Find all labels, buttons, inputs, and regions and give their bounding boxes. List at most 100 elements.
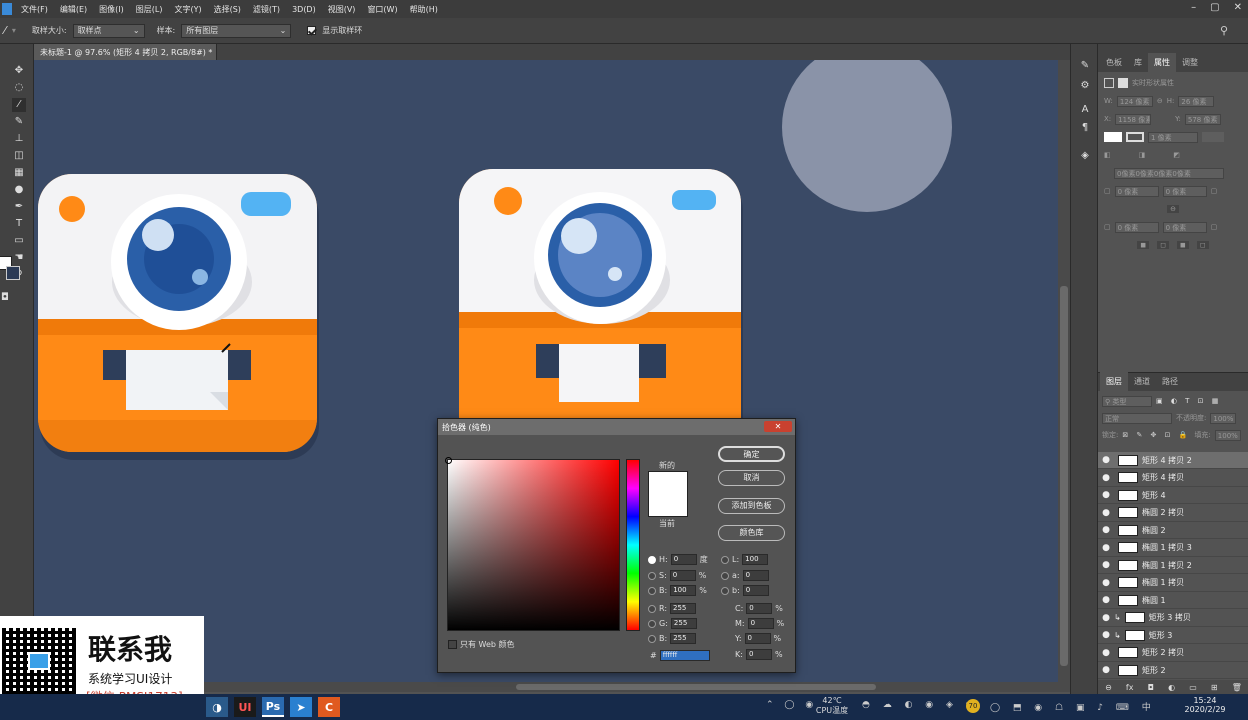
sample-size-select[interactable]: 取样点 ⌄ (72, 23, 145, 38)
hex-field[interactable]: ffffff (659, 650, 710, 661)
l-field[interactable]: 100 (742, 554, 769, 565)
visibility-eye-icon[interactable]: ● (1098, 473, 1114, 483)
visibility-eye-icon[interactable]: ● (1098, 543, 1114, 553)
align-right-icon[interactable]: ◩ (1173, 151, 1180, 159)
color-library-button[interactable]: 颜色库 (718, 525, 785, 541)
height-field[interactable]: 26 像素 (1178, 95, 1215, 107)
y-field[interactable]: 0 (744, 633, 771, 644)
ui-app-icon[interactable]: UI (234, 697, 256, 717)
menu-help[interactable]: 帮助(H) (404, 4, 444, 15)
ps-logo-icon[interactable] (2, 3, 12, 15)
search-icon[interactable]: ⚲ (1220, 24, 1228, 37)
blend-mode-select[interactable]: 正常 (1102, 412, 1172, 424)
move-tool-icon[interactable]: ✥ (12, 64, 26, 78)
visibility-eye-icon[interactable]: ● (1098, 560, 1114, 570)
width-field[interactable]: 124 像素 (1116, 95, 1153, 107)
stroke-width-field[interactable]: 1 像素 (1148, 131, 1198, 143)
hand-tool-icon[interactable]: ☚ (12, 251, 26, 265)
g-radio[interactable] (648, 619, 656, 628)
radius-bl-field[interactable]: 0 像素 (1114, 221, 1159, 233)
fill-field[interactable]: 100% (1214, 429, 1241, 441)
brush-tool-icon[interactable]: ✎ (12, 115, 26, 129)
link-icon[interactable]: ⊖ (1157, 97, 1163, 105)
opacity-field[interactable]: 100% (1210, 412, 1237, 424)
lab-b-radio[interactable] (721, 586, 729, 595)
ok-button[interactable]: 确定 (718, 446, 785, 462)
menu-window[interactable]: 窗口(W) (361, 4, 403, 15)
color-field[interactable] (447, 459, 620, 631)
radius-br-field[interactable]: 0 像素 (1162, 221, 1207, 233)
dialog-title-bar[interactable]: 拾色器 (纯色) ✕ (438, 419, 795, 435)
visibility-eye-icon[interactable]: ● (1098, 630, 1114, 640)
fill-swatch[interactable] (1104, 132, 1122, 142)
path-exclude-icon[interactable]: ◻ (1196, 241, 1209, 249)
menu-view[interactable]: 视图(V) (322, 4, 362, 15)
path-intersect-icon[interactable]: ◼ (1177, 241, 1189, 249)
photoshop-app-icon[interactable]: Ps (262, 697, 284, 717)
tray-icons-mid[interactable]: ◓ ☁ ◐ ◉ ◈ ✿ (862, 700, 978, 710)
align-left-icon[interactable]: ◧ (1104, 151, 1111, 159)
pen-tool-icon[interactable]: ✒ (12, 200, 26, 214)
visibility-eye-icon[interactable]: ● (1098, 525, 1114, 535)
dodge-tool-icon[interactable]: ● (12, 183, 26, 197)
delete-layer-icon[interactable]: 🗑 (1232, 683, 1242, 692)
b-radio[interactable] (648, 586, 656, 595)
new-layer-icon[interactable]: ⊞ (1211, 683, 1218, 692)
tab-library[interactable]: 库 (1128, 53, 1148, 72)
layer-row[interactable]: ● 椭圆 2 拷贝 (1098, 505, 1248, 522)
visibility-eye-icon[interactable]: ● (1098, 578, 1114, 588)
layer-row[interactable]: ● 椭圆 1 拷贝 3 (1098, 540, 1248, 557)
new-group-icon[interactable]: ▭ (1189, 683, 1197, 692)
h-radio[interactable] (648, 555, 656, 564)
path-subtract-icon[interactable]: ◻ (1157, 241, 1169, 249)
b-field[interactable]: 100 (670, 585, 697, 596)
layer-row[interactable]: ● ↳ 矩形 3 (1098, 627, 1248, 644)
eyedropper-tool-icon[interactable]: ⁄ (12, 98, 26, 112)
tray-icons-left[interactable]: ⌃ ◯ ◉ (766, 700, 817, 710)
link-radius-icon[interactable]: ⊖ (1167, 205, 1179, 213)
visibility-eye-icon[interactable]: ● (1098, 595, 1114, 605)
blue-field[interactable]: 255 (670, 633, 697, 644)
clone-stamp-icon[interactable]: ⊥ (12, 132, 26, 146)
wechat-app-icon[interactable]: ◑ (206, 697, 228, 717)
sample-select[interactable]: 所有图层 ⌄ (181, 23, 292, 38)
layer-kind-filter[interactable]: ⚲ 类型 (1102, 395, 1152, 407)
brush-panel-icon[interactable]: ✎ (1078, 60, 1092, 74)
close-icon[interactable]: ✕ (1234, 2, 1242, 13)
m-field[interactable]: 0 (747, 618, 774, 629)
r-field[interactable]: 255 (670, 603, 697, 614)
tab-channels[interactable]: 通道 (1128, 372, 1156, 391)
type-tool-icon[interactable]: T (12, 217, 26, 231)
vertical-scroll-thumb[interactable] (1060, 286, 1068, 666)
a-radio[interactable] (721, 571, 729, 580)
tab-swatches[interactable]: 色板 (1100, 53, 1128, 72)
radius-tl-field[interactable]: 0 像素 (1114, 185, 1159, 197)
add-swatch-button[interactable]: 添加到色板 (718, 498, 785, 514)
adjustment-layer-icon[interactable]: ◐ (1168, 683, 1175, 692)
radius-tr-field[interactable]: 0 像素 (1162, 185, 1207, 197)
lock-icons[interactable]: ⊠ ✎ ✥ ⊡ 🔒 (1122, 431, 1190, 439)
g-field[interactable]: 255 (670, 618, 697, 629)
show-ring-checkbox[interactable] (307, 26, 317, 35)
fx-icon[interactable]: fx (1126, 683, 1134, 692)
filter-icons[interactable]: ▣ ◐ T ⊡ ▦ (1156, 397, 1221, 405)
menu-image[interactable]: 图像(I) (93, 4, 130, 15)
y-field[interactable]: 578 像素 (1184, 113, 1221, 125)
lab-b-field[interactable]: 0 (742, 585, 769, 596)
k-field[interactable]: 0 (745, 649, 772, 660)
web-only-checkbox[interactable] (448, 640, 457, 649)
paragraph-panel-icon[interactable]: ¶ (1078, 122, 1092, 136)
horizontal-scroll-thumb[interactable] (516, 684, 876, 690)
eraser-tool-icon[interactable]: ◫ (12, 149, 26, 163)
menu-3d[interactable]: 3D(D) (286, 5, 322, 14)
badge-70[interactable]: 70 (966, 699, 980, 713)
layer-row[interactable]: ● 矩形 4 拷贝 2 (1098, 452, 1248, 469)
layer-row[interactable]: ● 椭圆 2 (1098, 522, 1248, 539)
tool-preset-arrow-icon[interactable]: ▾ (12, 26, 16, 35)
menu-file[interactable]: 文件(F) (15, 4, 54, 15)
layer-row[interactable]: ● 椭圆 1 (1098, 592, 1248, 609)
rectangle-tool-icon[interactable]: ▭ (12, 234, 26, 248)
menu-layer[interactable]: 图层(L) (130, 4, 169, 15)
quick-mask-icon[interactable]: ◘ (0, 291, 12, 305)
menu-type[interactable]: 文字(Y) (168, 4, 207, 15)
